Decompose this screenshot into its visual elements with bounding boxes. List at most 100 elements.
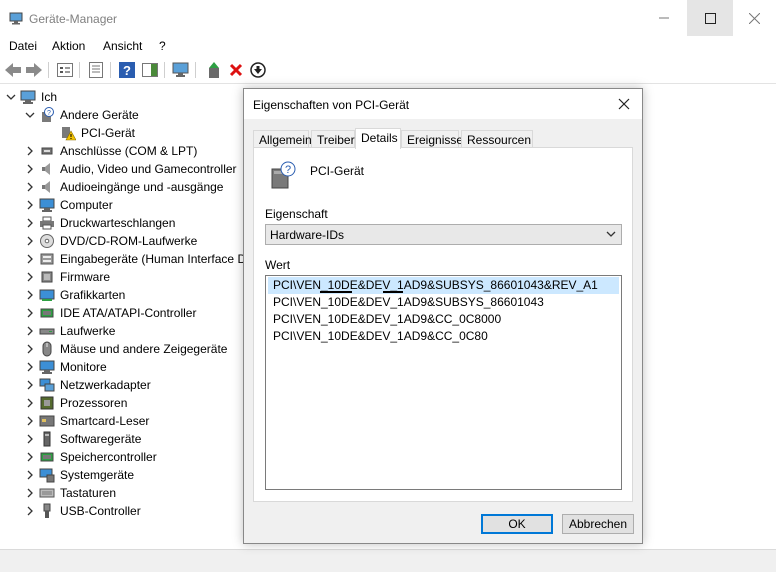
display-adapter-icon: [39, 287, 55, 303]
chevron-right-icon[interactable]: [25, 488, 35, 498]
chevron-right-icon[interactable]: [25, 434, 35, 444]
tab-treiber[interactable]: Treiber: [311, 130, 355, 148]
tree-item-andere-geraete[interactable]: ? Andere Geräte: [25, 106, 139, 124]
tree-item-label: Speichercontroller: [60, 450, 157, 464]
help-icon[interactable]: ?: [118, 61, 136, 79]
tree-item-anschluesse[interactable]: Anschlüsse (COM & LPT): [25, 142, 197, 160]
mouse-icon: [39, 341, 55, 357]
chevron-right-icon[interactable]: [25, 290, 35, 300]
menu-help[interactable]: ?: [159, 39, 166, 53]
tree-item-monitore[interactable]: Monitore: [25, 358, 107, 376]
device-id-underline: [383, 291, 403, 293]
tree-item-tastaturen[interactable]: Tastaturen: [25, 484, 116, 502]
tree-root[interactable]: Ich: [6, 88, 57, 106]
tree-item-firmware[interactable]: Firmware: [25, 268, 110, 286]
chevron-right-icon[interactable]: [25, 326, 35, 336]
tree-item-pci-geraet[interactable]: PCI-Gerät: [60, 124, 135, 142]
device-name: PCI-Gerät: [310, 164, 365, 178]
tree-view-icon[interactable]: [56, 61, 74, 79]
minimize-button[interactable]: [641, 0, 687, 36]
tab-ereignisse[interactable]: Ereignisse: [401, 130, 463, 148]
system-icon: [39, 467, 55, 483]
chevron-right-icon[interactable]: [25, 308, 35, 318]
port-icon: [39, 143, 55, 159]
value-list[interactable]: PCI\VEN_10DE&DEV_1AD9&SUBSYS_86601043&RE…: [265, 275, 622, 490]
update-driver-icon[interactable]: [205, 61, 223, 79]
close-window-button[interactable]: [731, 0, 776, 36]
tree-item-label: Eingabegeräte (Human Interface D: [60, 252, 247, 266]
properties-icon[interactable]: [87, 61, 105, 79]
chevron-right-icon[interactable]: [25, 398, 35, 408]
list-item[interactable]: PCI\VEN_10DE&DEV_1AD9&CC_0C80: [268, 328, 619, 345]
tree-item-systemgeraete[interactable]: Systemgeräte: [25, 466, 134, 484]
uninstall-icon[interactable]: [227, 61, 245, 79]
list-item[interactable]: PCI\VEN_10DE&DEV_1AD9&CC_0C8000: [268, 311, 619, 328]
maximize-button[interactable]: [687, 0, 733, 36]
dialog-title: Eigenschaften von PCI-Gerät: [253, 98, 410, 112]
action-pane-icon[interactable]: [141, 61, 159, 79]
menu-datei[interactable]: Datei: [9, 39, 37, 53]
scan-hardware-icon[interactable]: [172, 61, 190, 79]
chevron-down-icon[interactable]: [25, 110, 35, 120]
tree-item-label: Netzwerkadapter: [60, 378, 151, 392]
tree-item-grafikkarten[interactable]: Grafikkarten: [25, 286, 125, 304]
chevron-right-icon[interactable]: [25, 506, 35, 516]
tree-item-audioeingaenge[interactable]: Audioeingänge und -ausgänge: [25, 178, 223, 196]
chevron-right-icon[interactable]: [25, 362, 35, 372]
tree-item-smartcard[interactable]: Smartcard-Leser: [25, 412, 149, 430]
chevron-right-icon[interactable]: [25, 146, 35, 156]
menu-bar: Datei Aktion Ansicht ?: [0, 36, 776, 56]
chevron-down-icon[interactable]: [6, 92, 16, 102]
chevron-right-icon[interactable]: [25, 236, 35, 246]
chevron-right-icon[interactable]: [25, 380, 35, 390]
value-label: Wert: [265, 258, 291, 272]
chevron-right-icon[interactable]: [25, 416, 35, 426]
computer-icon: [20, 89, 36, 105]
property-select[interactable]: Hardware-IDs: [265, 224, 622, 245]
forward-arrow-icon[interactable]: [25, 61, 43, 79]
chevron-right-icon[interactable]: [25, 218, 35, 228]
window-title: Geräte-Manager: [29, 12, 118, 26]
tree-item-netzwerkadapter[interactable]: Netzwerkadapter: [25, 376, 151, 394]
menu-aktion[interactable]: Aktion: [52, 39, 85, 53]
monitor-icon: [39, 359, 55, 375]
tree-item-label: Prozessoren: [60, 396, 128, 410]
chevron-right-icon[interactable]: [25, 182, 35, 192]
chevron-right-icon[interactable]: [25, 470, 35, 480]
tab-details[interactable]: Details: [355, 128, 401, 149]
property-select-value: Hardware-IDs: [270, 228, 345, 242]
keyboard-icon: [39, 485, 55, 501]
cancel-button[interactable]: Abbrechen: [562, 514, 634, 534]
disc-icon: [39, 233, 55, 249]
download-icon[interactable]: [249, 61, 267, 79]
tree-item-ide[interactable]: IDE ATA/ATAPI-Controller: [25, 304, 196, 322]
tree-item-usb[interactable]: USB-Controller: [25, 502, 141, 520]
tree-item-computer[interactable]: Computer: [25, 196, 113, 214]
tree-item-softwaregeraete[interactable]: Softwaregeräte: [25, 430, 141, 448]
chevron-right-icon[interactable]: [25, 344, 35, 354]
chevron-right-icon[interactable]: [25, 254, 35, 264]
tab-ressourcen[interactable]: Ressourcen: [461, 130, 533, 148]
tab-allgemein[interactable]: Allgemein: [253, 130, 312, 148]
ok-button[interactable]: OK: [481, 514, 553, 534]
chevron-right-icon[interactable]: [25, 164, 35, 174]
device-unknown-icon: ?: [39, 107, 55, 123]
chevron-right-icon[interactable]: [25, 200, 35, 210]
vendor-id-underline: [320, 291, 352, 293]
tree-item-laufwerke[interactable]: Laufwerke: [25, 322, 115, 340]
chevron-right-icon[interactable]: [25, 452, 35, 462]
smartcard-icon: [39, 413, 55, 429]
back-arrow-icon[interactable]: [4, 61, 22, 79]
menu-ansicht[interactable]: Ansicht: [103, 39, 142, 53]
tree-item-speichercontroller[interactable]: Speichercontroller: [25, 448, 157, 466]
tree-item-dvd[interactable]: DVD/CD-ROM-Laufwerke: [25, 232, 197, 250]
tree-item-druckwarteschlangen[interactable]: Druckwarteschlangen: [25, 214, 175, 232]
tree-item-maeuse[interactable]: Mäuse und andere Zeigegeräte: [25, 340, 227, 358]
tree-item-eingabegeraete[interactable]: Eingabegeräte (Human Interface D: [25, 250, 246, 268]
dialog-close-button[interactable]: [614, 94, 634, 114]
chevron-down-icon: [605, 228, 617, 240]
tree-item-prozessoren[interactable]: Prozessoren: [25, 394, 127, 412]
tree-item-audio-video[interactable]: Audio, Video und Gamecontroller: [25, 160, 237, 178]
chevron-right-icon[interactable]: [25, 272, 35, 282]
list-item[interactable]: PCI\VEN_10DE&DEV_1AD9&SUBSYS_86601043: [268, 294, 619, 311]
